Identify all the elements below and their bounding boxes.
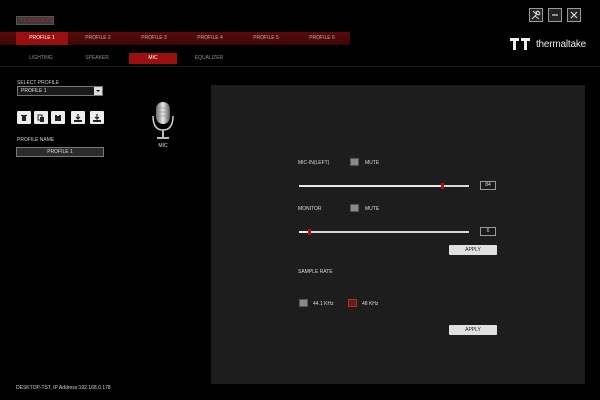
minimize-icon	[552, 14, 558, 16]
tab-profile-5[interactable]: PROFILE 5	[240, 32, 292, 45]
close-icon	[570, 11, 578, 19]
monitor-slider-handle[interactable]	[308, 229, 311, 235]
sample-rate-44-label: 44.1 KHz	[313, 301, 334, 307]
mic-label: MIC	[158, 143, 168, 149]
app-badge: TT eSPORTS	[16, 16, 54, 25]
subtab-bar: LIGHTING SPEAKER MIC EQUALIZER	[0, 53, 600, 64]
copy-icon	[37, 114, 44, 122]
tab-profile-1[interactable]: PROFILE 1	[16, 32, 68, 45]
apply-sample-rate-button[interactable]: APPLY	[449, 325, 497, 335]
tab-equalizer[interactable]: EQUALIZER	[185, 53, 233, 64]
delete-icon	[21, 114, 27, 121]
export-icon	[93, 113, 101, 122]
header-divider	[0, 66, 600, 67]
microphone-icon	[152, 102, 174, 139]
mic-in-value[interactable]: 84	[480, 181, 496, 190]
tab-profile-3[interactable]: PROFILE 3	[128, 32, 180, 45]
sample-rate-44-checkbox[interactable]	[299, 299, 308, 307]
tab-lighting[interactable]: LIGHTING	[17, 53, 65, 64]
select-profile-value: PROFILE 1	[21, 88, 47, 94]
mic-in-slider[interactable]	[299, 183, 469, 189]
profile-name-input[interactable]: PROFILE 1	[16, 147, 104, 157]
status-text: DESKTOP-TST, IP Address:192.168.0.178	[16, 385, 111, 391]
mic-in-slider-handle[interactable]	[441, 183, 444, 189]
delete-profile-button[interactable]	[17, 111, 31, 124]
chevron-down-icon	[94, 87, 102, 95]
monitor-slider[interactable]	[299, 229, 469, 235]
minimize-button[interactable]	[548, 8, 562, 22]
select-profile-dropdown[interactable]: PROFILE 1	[17, 86, 103, 96]
tools-button[interactable]	[529, 8, 543, 22]
tab-profile-2[interactable]: PROFILE 2	[72, 32, 124, 45]
monitor-mute-label: MUTE	[365, 206, 380, 212]
tab-profile-6[interactable]: PROFILE 6	[296, 32, 348, 45]
tab-speaker[interactable]: SPEAKER	[73, 53, 121, 64]
mic-in-slider-fill	[299, 185, 442, 187]
monitor-label: MONITOR	[298, 206, 322, 212]
tab-profile-4[interactable]: PROFILE 4	[184, 32, 236, 45]
tab-mic[interactable]: MIC	[129, 53, 177, 64]
profile-tab-bar: PROFILE 1 PROFILE 2 PROFILE 3 PROFILE 4 …	[0, 32, 350, 45]
monitor-mute-checkbox[interactable]	[350, 204, 359, 212]
logo-text: thermaltake	[535, 38, 586, 50]
mic-mute-checkbox[interactable]	[350, 158, 359, 166]
tools-icon	[531, 10, 541, 20]
import-profile-button[interactable]	[71, 111, 85, 124]
paste-profile-button[interactable]	[51, 111, 65, 124]
profile-name-label: PROFILE NAME	[17, 137, 55, 143]
copy-profile-button[interactable]	[34, 111, 48, 124]
paste-icon	[55, 113, 61, 121]
mic-in-label: MIC-IN(LEFT)	[298, 160, 330, 166]
monitor-value[interactable]: 6	[480, 227, 496, 236]
sample-rate-label: SAMPLE RATE	[298, 269, 333, 275]
app-badge-text: TT eSPORTS	[20, 18, 53, 24]
import-icon	[74, 113, 82, 122]
mic-settings-panel: MIC-IN(LEFT) MUTE 84 MONITOR MUTE 6 APPL…	[211, 85, 585, 384]
apply-volume-button[interactable]: APPLY	[449, 245, 497, 255]
export-profile-button[interactable]	[90, 111, 104, 124]
thermaltake-logo: thermaltake	[509, 38, 586, 50]
close-button[interactable]	[567, 8, 581, 22]
tt-logo-icon	[509, 38, 530, 50]
mic-mute-label: MUTE	[365, 160, 380, 166]
sample-rate-48-checkbox[interactable]	[348, 299, 357, 307]
sample-rate-48-label: 48 KHz	[362, 301, 379, 307]
